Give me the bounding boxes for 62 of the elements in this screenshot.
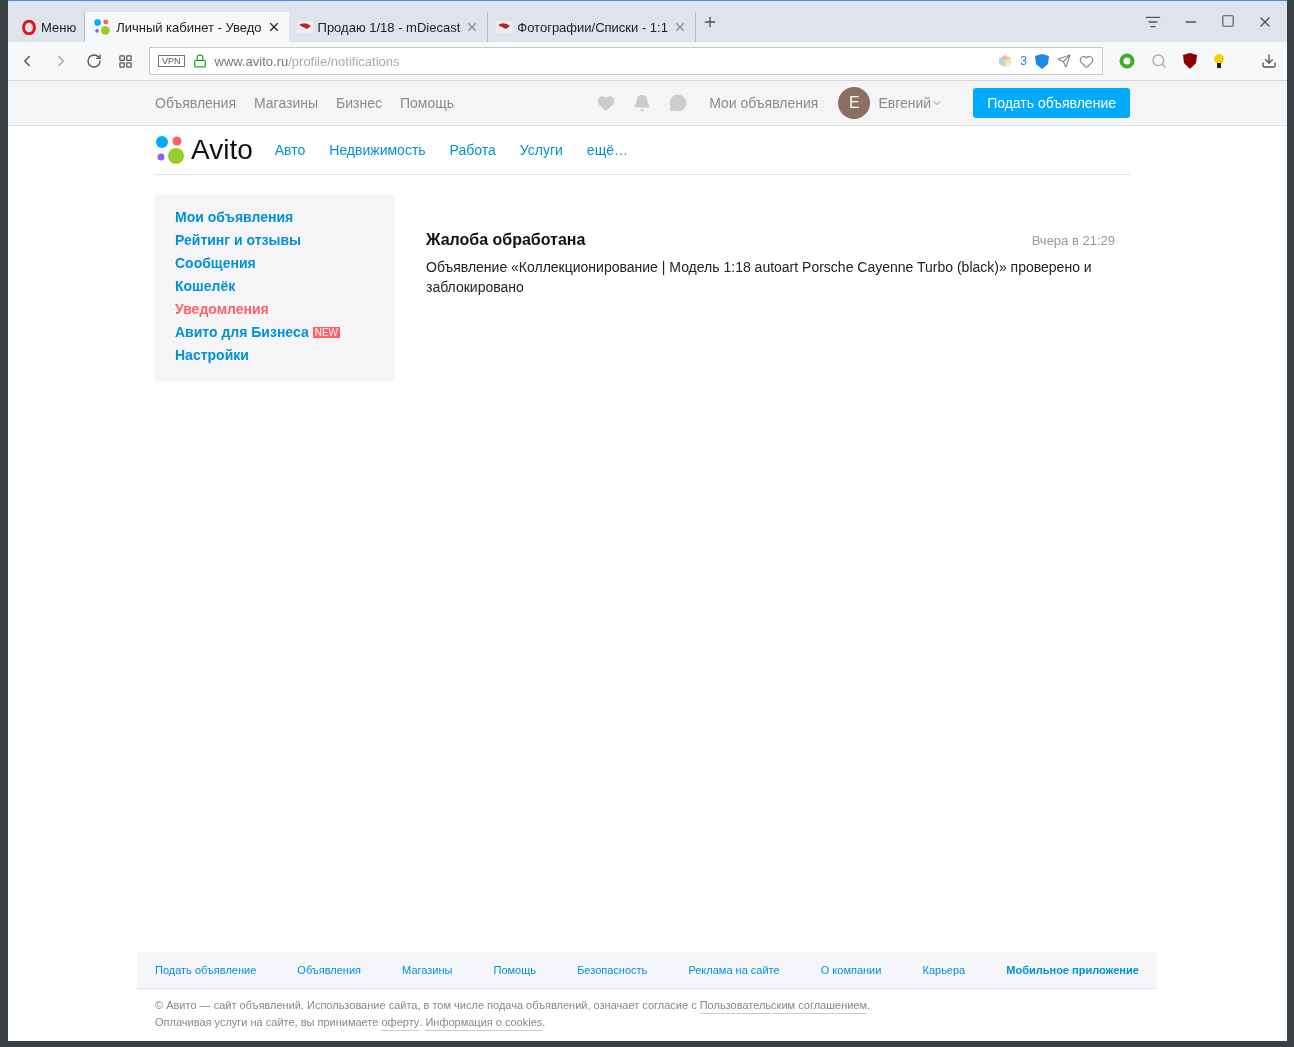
- sidebar-item[interactable]: Сообщения: [175, 255, 375, 271]
- send-icon[interactable]: [1057, 54, 1071, 68]
- new-badge: NEW: [312, 326, 341, 338]
- footer-link[interactable]: Безопасность: [577, 964, 648, 976]
- category-link[interactable]: Работа: [449, 142, 496, 158]
- footer-link[interactable]: Помощь: [493, 964, 537, 976]
- url-path: /profile/notifications: [288, 53, 400, 69]
- category-link[interactable]: Недвижимость: [329, 142, 426, 158]
- sidebar-item[interactable]: Уведомления: [175, 301, 375, 317]
- bulb-icon[interactable]: [1213, 53, 1225, 69]
- site-favicon-icon: [296, 21, 313, 33]
- footer-link[interactable]: Объявления: [297, 964, 361, 976]
- notification-title: Жалоба обработана: [426, 231, 586, 249]
- site-favicon-icon: [496, 21, 513, 33]
- notification-time: Вчера в 21:29: [1031, 233, 1115, 248]
- vpn-badge[interactable]: VPN: [158, 55, 185, 67]
- legal-text: Оплачивая услуги на сайте, вы принимаете: [155, 1015, 379, 1030]
- post-ad-button[interactable]: Подать объявление: [973, 88, 1130, 118]
- legal-text: .: [542, 1015, 546, 1030]
- footer-link[interactable]: Магазины: [402, 964, 453, 976]
- category-link[interactable]: Авто: [274, 142, 306, 158]
- url-host: www.avito.ru: [214, 53, 289, 69]
- heart-icon[interactable]: [1079, 53, 1094, 69]
- footer-link[interactable]: Мобильное приложение: [1006, 964, 1139, 976]
- category-link[interactable]: Услуги: [519, 142, 563, 158]
- legal-text: .: [867, 998, 871, 1013]
- footer-link[interactable]: Карьера: [922, 964, 966, 976]
- logo-text[interactable]: Avito: [191, 134, 253, 166]
- browser-tab[interactable]: Личный кабинет - Уведо: [85, 12, 289, 42]
- top-nav-link[interactable]: Помощь: [400, 95, 455, 111]
- footer-link[interactable]: Реклама на сайте: [688, 964, 780, 976]
- footer-link[interactable]: Подать объявление: [155, 964, 257, 976]
- blocked-count: 3: [1020, 54, 1027, 68]
- my-ads-link[interactable]: Мои объявления: [709, 95, 819, 111]
- sidebar-item[interactable]: Авито для Бизнеса NEW: [175, 324, 375, 340]
- shield-icon[interactable]: [1183, 53, 1197, 69]
- legal-text: .: [419, 1015, 423, 1030]
- category-link[interactable]: ещё…: [586, 142, 628, 158]
- top-nav-link[interactable]: Объявления: [155, 95, 236, 111]
- lock-icon: [192, 54, 207, 68]
- maximize-icon[interactable]: [1221, 13, 1235, 30]
- site-favicon-icon: [93, 18, 111, 36]
- sidebar-item[interactable]: Кошелёк: [175, 278, 375, 294]
- ring-icon[interactable]: [1119, 53, 1135, 69]
- legal-link[interactable]: оферту: [381, 1014, 420, 1031]
- opera-logo-icon: [22, 19, 36, 35]
- top-nav-link[interactable]: Магазины: [254, 95, 319, 111]
- legal-text: © Авито — сайт объявлений. Использование сайта, в том числе подача объявлений, означает согласие с: [155, 998, 697, 1013]
- sidebar-item[interactable]: Мои объявления: [175, 209, 375, 225]
- grid-icon[interactable]: [118, 53, 133, 69]
- download-icon[interactable]: [1261, 53, 1277, 69]
- user-menu[interactable]: Евгений: [878, 95, 944, 111]
- search-icon[interactable]: [1151, 53, 1167, 69]
- reload-icon[interactable]: [86, 53, 102, 69]
- top-nav-link[interactable]: Бизнес: [336, 95, 382, 111]
- address-field[interactable]: VPN www.avito.ru/profile/notifications 3: [149, 47, 1103, 75]
- sidebar-item[interactable]: Настройки: [175, 347, 375, 363]
- notification-text: Объявление «Коллекционирование | Модель 1:18 autoart Porsche Cayenne Turbo (black)» проверено и заблокировано: [426, 258, 1093, 297]
- logo-dots-icon: [155, 135, 185, 165]
- sidebar-item[interactable]: Рейтинг и отзывы: [175, 232, 375, 248]
- user-avatar[interactable]: E: [838, 87, 871, 119]
- footer-link[interactable]: О компании: [820, 964, 882, 976]
